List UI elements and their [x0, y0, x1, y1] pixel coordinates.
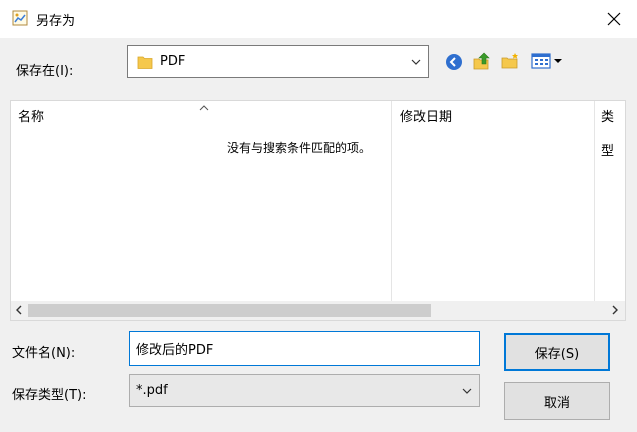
column-header-name[interactable]: 名称: [18, 101, 44, 133]
file-name-input[interactable]: [129, 331, 480, 366]
scroll-left-icon[interactable]: [14, 304, 24, 319]
save-button[interactable]: 保存(S): [504, 333, 610, 371]
chevron-down-icon: [461, 385, 473, 400]
file-list[interactable]: 名称 修改日期 类型 没有与搜索条件匹配的项。: [10, 100, 626, 321]
window-title: 另存为: [36, 14, 76, 29]
close-icon: [607, 12, 621, 26]
column-header-type[interactable]: 类型: [601, 101, 625, 159]
save-as-picture-icon: [12, 10, 28, 26]
folder-icon: [137, 54, 153, 73]
save-in-location-dropdown[interactable]: PDF: [127, 45, 429, 78]
save-in-location-value: PDF: [160, 54, 186, 69]
column-divider[interactable]: [391, 101, 392, 301]
new-folder-icon[interactable]: [500, 51, 520, 71]
empty-results-message: 没有与搜索条件匹配的项。: [227, 141, 372, 155]
up-folder-icon[interactable]: [472, 51, 492, 71]
save-in-label: 保存在(I):: [16, 64, 74, 79]
title-bar: 另存为: [0, 0, 637, 38]
horizontal-scrollbar[interactable]: [11, 301, 625, 320]
file-name-label: 文件名(N):: [12, 346, 76, 361]
sort-ascending-icon: [199, 101, 209, 115]
column-header-modified-date[interactable]: 修改日期: [400, 101, 452, 133]
scroll-right-icon[interactable]: [610, 304, 620, 319]
column-divider[interactable]: [594, 101, 595, 301]
scrollbar-thumb[interactable]: [28, 304, 431, 317]
view-menu-icon[interactable]: [530, 51, 566, 71]
cancel-button[interactable]: 取消: [504, 382, 610, 420]
save-as-dialog: 另存为 保存在(I): PDF 名称 修改日期 类型 没有与搜索条件匹配的项。 …: [0, 0, 637, 432]
close-button[interactable]: [591, 0, 637, 38]
file-type-label: 保存类型(T):: [12, 388, 87, 403]
chevron-down-icon: [410, 56, 422, 71]
file-type-value: *.pdf: [136, 383, 168, 398]
back-icon[interactable]: [444, 52, 464, 72]
file-type-dropdown[interactable]: *.pdf: [129, 374, 480, 407]
